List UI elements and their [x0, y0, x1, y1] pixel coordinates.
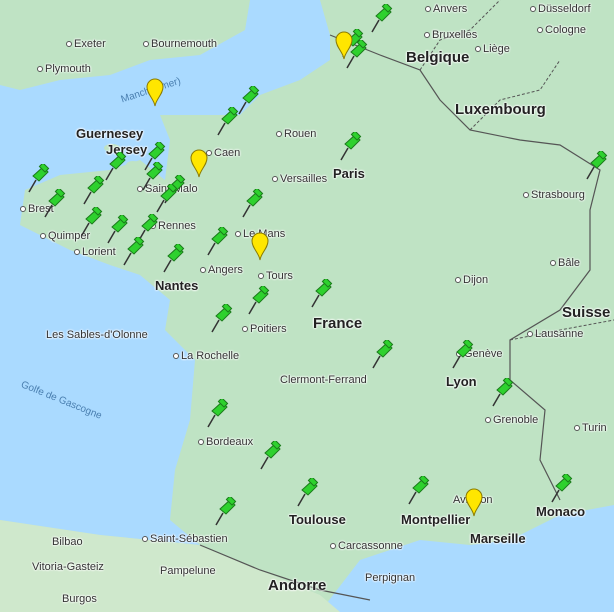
green-pushpin-icon[interactable]	[214, 107, 240, 137]
city-label-toulouse: Toulouse	[289, 512, 346, 527]
green-pushpin-icon[interactable]	[257, 441, 283, 471]
green-pushpin-icon[interactable]	[368, 4, 394, 34]
green-pushpin-icon[interactable]	[212, 497, 238, 527]
city-label: Vitoria-Gasteiz	[32, 561, 104, 573]
green-pushpin-icon[interactable]	[548, 474, 574, 504]
country-label-monaco: Monaco	[536, 504, 586, 519]
green-pushpin-icon[interactable]	[204, 227, 230, 257]
city-label-nantes: Nantes	[155, 278, 199, 293]
city-label-marseille: Marseille	[470, 531, 526, 546]
city-label-paris: Paris	[333, 166, 365, 181]
city-label: Poitiers	[242, 323, 287, 335]
green-pushpin-icon[interactable]	[405, 476, 431, 506]
island-label-guernesey: Guernesey	[76, 126, 144, 141]
city-label: Anvers	[425, 3, 467, 15]
city-label: Burgos	[62, 593, 97, 605]
city-label: Caen	[206, 147, 240, 159]
city-label: Bilbao	[52, 536, 83, 548]
green-pushpin-icon[interactable]	[160, 244, 186, 274]
city-label: Clermont-Ferrand	[280, 374, 367, 386]
city-label: Cologne	[537, 24, 586, 36]
green-pushpin-icon[interactable]	[245, 286, 271, 316]
green-pushpin-icon[interactable]	[204, 399, 230, 429]
green-pushpin-icon[interactable]	[294, 478, 320, 508]
city-label: Les Sables-d'Olonne	[46, 329, 148, 341]
yellow-marker-icon[interactable]	[334, 30, 354, 60]
city-label: Plymouth	[37, 63, 91, 75]
city-label: Perpignan	[365, 572, 416, 584]
city-label: Turin	[574, 422, 607, 434]
country-label-suisse: Suisse	[562, 304, 611, 321]
yellow-marker-icon[interactable]	[250, 231, 270, 261]
city-label: Tours	[258, 270, 293, 282]
map-canvas[interactable]: Manche (mer) Golfe de Gascogne Belgique …	[0, 0, 614, 612]
green-pushpin-icon[interactable]	[449, 340, 475, 370]
green-pushpin-icon[interactable]	[239, 189, 265, 219]
city-label: Angers	[200, 264, 243, 276]
green-pushpin-icon[interactable]	[369, 340, 395, 370]
green-pushpin-icon[interactable]	[153, 184, 179, 214]
country-label-france: France	[313, 315, 363, 332]
city-label: Lausanne	[527, 328, 583, 340]
city-label-lyon: Lyon	[446, 374, 477, 389]
city-label: Bournemouth	[143, 38, 217, 50]
green-pushpin-icon[interactable]	[78, 207, 104, 237]
green-pushpin-icon[interactable]	[208, 304, 234, 334]
city-label: Pampelune	[160, 565, 216, 577]
yellow-marker-icon[interactable]	[189, 148, 209, 178]
yellow-marker-icon[interactable]	[145, 77, 165, 107]
city-label: Grenoble	[485, 414, 538, 426]
green-pushpin-icon[interactable]	[489, 378, 515, 408]
country-label-luxembourg: Luxembourg	[455, 101, 546, 118]
city-label: Dijon	[455, 274, 488, 286]
green-pushpin-icon[interactable]	[583, 151, 609, 181]
city-label: Carcassonne	[330, 540, 403, 552]
country-label-andorre: Andorre	[268, 577, 327, 594]
city-label: Strasbourg	[523, 189, 585, 201]
city-label: Rouen	[276, 128, 316, 140]
green-pushpin-icon[interactable]	[308, 279, 334, 309]
city-label: Bruxelles	[424, 29, 477, 41]
city-label-montpellier: Montpellier	[401, 512, 471, 527]
city-label: Bâle	[550, 257, 580, 269]
city-label: Exeter	[66, 38, 106, 50]
green-pushpin-icon[interactable]	[80, 176, 106, 206]
country-label-belgique: Belgique	[406, 49, 470, 66]
city-label: Bordeaux	[198, 436, 253, 448]
city-label: Liège	[475, 43, 510, 55]
city-label: La Rochelle	[173, 350, 239, 362]
green-pushpin-icon[interactable]	[337, 132, 363, 162]
green-pushpin-icon[interactable]	[120, 237, 146, 267]
city-label: Versailles	[272, 173, 327, 185]
yellow-marker-icon[interactable]	[464, 487, 484, 517]
city-label: Düsseldorf	[530, 3, 591, 15]
city-label: Saint-Sébastien	[142, 533, 228, 545]
green-pushpin-icon[interactable]	[41, 189, 67, 219]
city-label: Lorient	[74, 246, 116, 258]
